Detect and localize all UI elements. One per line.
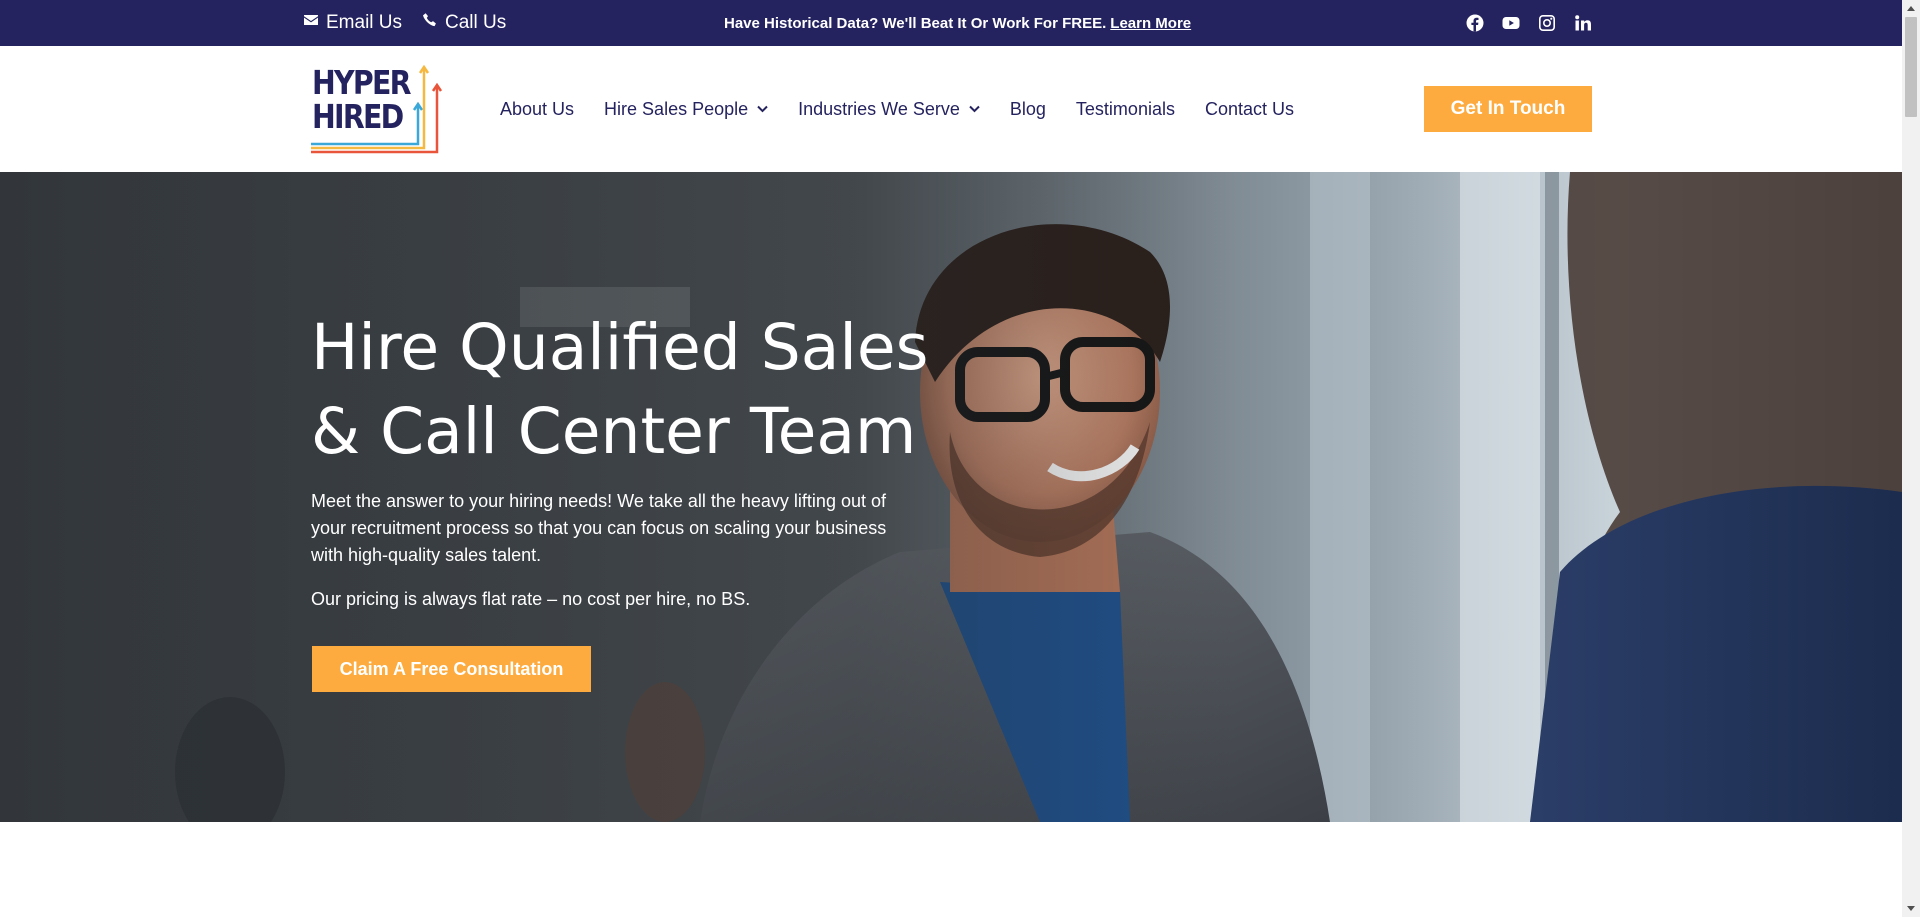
nav-testimonials-label: Testimonials — [1075, 98, 1175, 119]
phone-icon — [422, 12, 438, 34]
hero-pricing-note: Our pricing is always flat rate – no cos… — [311, 589, 751, 609]
linkedin-icon[interactable] — [1574, 14, 1592, 32]
page-scrollbar[interactable] — [1902, 0, 1920, 917]
scroll-down-arrow-icon[interactable] — [1902, 900, 1920, 917]
top-bar: Email Us Call Us Have Historical Data? W… — [0, 0, 1902, 46]
learn-more-link[interactable]: Learn More — [1110, 15, 1191, 32]
main-nav: About Us Hire Sales People Industries We… — [500, 46, 1294, 172]
hero-title: Hire Qualified Sales & Call Center Team — [311, 306, 951, 474]
nav-industries-we-serve[interactable]: Industries We Serve — [798, 99, 980, 120]
logo-arrows-icon — [311, 64, 443, 154]
youtube-icon[interactable] — [1502, 14, 1520, 32]
nav-contact-us[interactable]: Contact Us — [1205, 99, 1294, 120]
instagram-icon[interactable] — [1538, 14, 1556, 32]
hero-title-line-2: & Call Center Team — [311, 395, 917, 468]
chevron-down-icon — [757, 105, 768, 113]
claim-free-consultation-button[interactable]: Claim A Free Consultation — [312, 646, 591, 692]
nav-contact-us-label: Contact Us — [1204, 98, 1295, 119]
promo-banner: Have Historical Data? We'll Beat It Or W… — [724, 0, 1191, 46]
site-header: HYPER HIRED About Us Hire Sales People I… — [0, 46, 1902, 172]
get-in-touch-button[interactable]: Get In Touch — [1424, 86, 1592, 132]
nav-industries-we-serve-label: Industries We Serve — [798, 98, 960, 119]
hyper-hired-logo[interactable]: HYPER HIRED — [311, 64, 443, 154]
email-us-label: Email Us — [326, 12, 403, 33]
nav-about-us[interactable]: About Us — [500, 99, 574, 120]
hero-title-line-1: Hire Qualified Sales — [311, 311, 929, 384]
nav-testimonials[interactable]: Testimonials — [1076, 99, 1175, 120]
call-us-link[interactable]: Call Us — [422, 12, 506, 34]
scrollbar-thumb[interactable] — [1905, 17, 1917, 117]
envelope-icon — [303, 12, 319, 34]
nav-blog-label: Blog — [1009, 98, 1046, 119]
call-us-label: Call Us — [445, 12, 507, 33]
nav-blog[interactable]: Blog — [1010, 99, 1046, 120]
chevron-down-icon — [969, 105, 980, 113]
hero-description: Meet the answer to your hiring needs! We… — [311, 491, 887, 565]
nav-hire-sales-people-label: Hire Sales People — [604, 98, 749, 119]
hero-overlay — [0, 172, 1902, 822]
email-us-link[interactable]: Email Us — [303, 12, 402, 34]
nav-hire-sales-people[interactable]: Hire Sales People — [604, 99, 768, 120]
nav-about-us-label: About Us — [500, 98, 575, 119]
facebook-icon[interactable] — [1466, 14, 1484, 32]
contact-links: Email Us Call Us — [303, 0, 506, 46]
promo-text: Have Historical Data? We'll Beat It Or W… — [724, 14, 1107, 32]
social-links — [1466, 0, 1592, 46]
scroll-up-arrow-icon[interactable] — [1902, 0, 1920, 17]
hero-section: Hire Qualified Sales & Call Center Team … — [0, 172, 1902, 822]
